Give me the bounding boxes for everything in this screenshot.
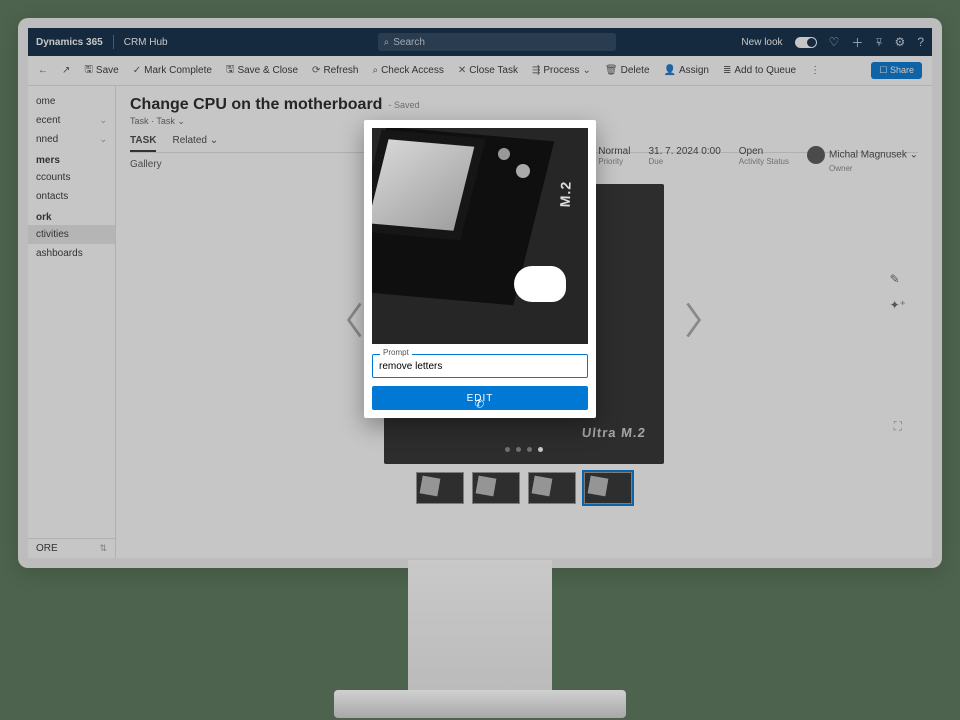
prompt-input[interactable]: [372, 354, 588, 378]
monitor-base: [334, 690, 626, 718]
monitor-stand: [408, 560, 552, 698]
cursor-icon: ✆: [475, 398, 485, 411]
prompt-label: Prompt: [380, 348, 412, 357]
image-text: M.2: [556, 181, 573, 208]
modal-image: M.2: [372, 128, 588, 344]
prompt-field: Prompt: [372, 354, 588, 378]
mask-blob: [514, 266, 566, 302]
edit-image-modal: M.2 Prompt EDIT ✆: [364, 120, 596, 418]
edit-button[interactable]: EDIT ✆: [372, 386, 588, 410]
